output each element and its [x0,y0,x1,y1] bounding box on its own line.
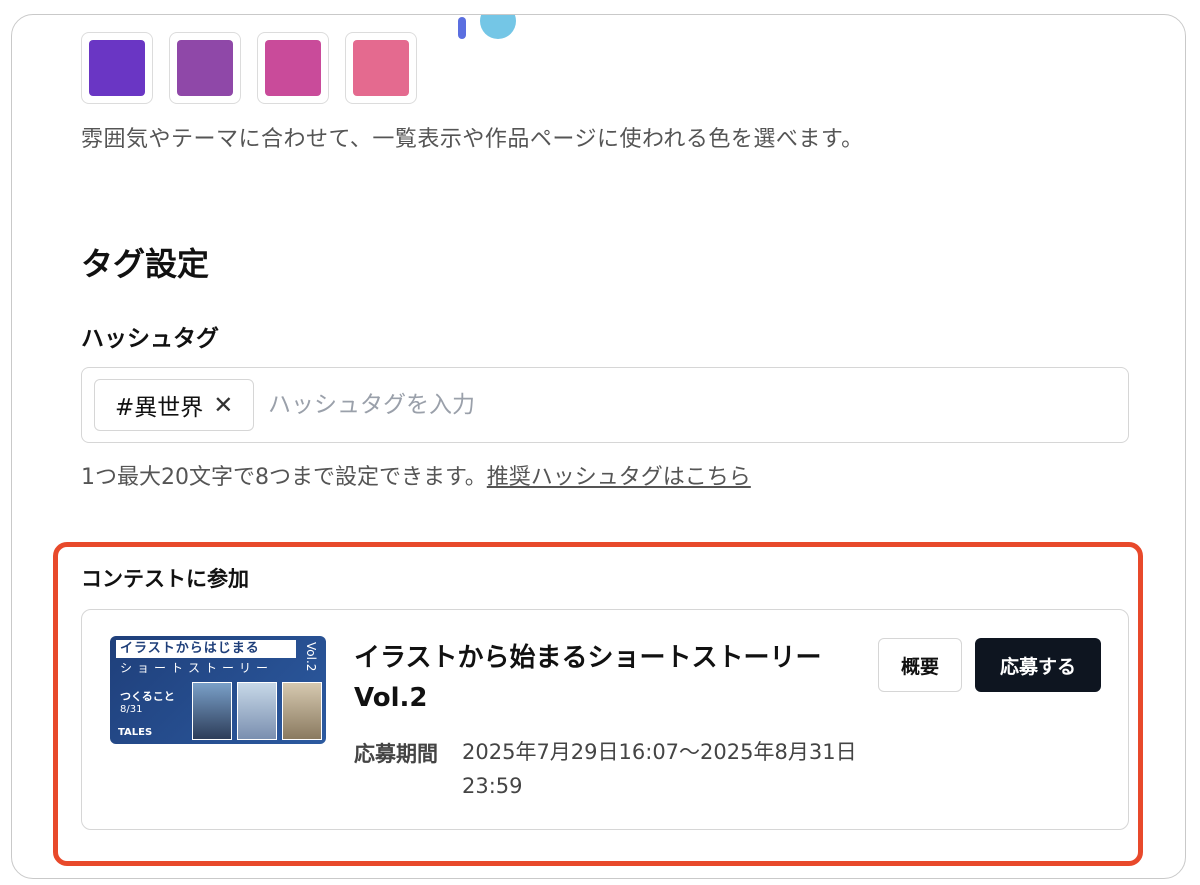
color-swatch-magenta[interactable] [257,32,329,104]
banner-illustration-2 [237,682,277,740]
close-icon[interactable]: ✕ [213,391,233,419]
apply-button[interactable]: 応募する [975,638,1101,692]
banner-date: 8/31 [120,704,143,715]
color-swatch-violet[interactable] [169,32,241,104]
tag-settings-title: タグ設定 [81,245,210,283]
swatch-fill [265,40,321,96]
hashtag-help: 1つ最大20文字で8つまで設定できます。推奨ハッシュタグはこちら [81,459,751,491]
color-swatch-purple[interactable] [81,32,153,104]
hashtag-help-text: 1つ最大20文字で8つまで設定できます。 [81,465,487,490]
hashtag-chip: #異世界 ✕ [94,379,255,431]
contest-card: イラストからはじまる ショートストーリー Vol.2 つくること 8/31 TA… [81,609,1129,830]
overview-button[interactable]: 概要 [878,638,962,692]
contest-title: イラストから始まるショートストーリーVol.2 [354,643,822,714]
swatch-fill [89,40,145,96]
swatch-fill [353,40,409,96]
banner-logo: TALES [118,727,153,738]
hashtag-input[interactable] [268,380,1108,430]
banner-illustration-1 [192,682,232,740]
period-label: 応募期間 [354,742,438,766]
avatar [480,15,516,39]
hashtag-field[interactable]: #異世界 ✕ [81,367,1129,443]
indicator-bar [458,17,466,39]
author-fragment [458,15,658,41]
recommended-hashtags-link[interactable]: 推奨ハッシュタグはこちら [487,465,751,490]
banner-illustration-3 [282,682,322,740]
banner-title-line1: イラストからはじまる [116,640,296,658]
contest-section-label: コンテストに参加 [81,567,249,591]
color-help-text: 雰囲気やテーマに合わせて、一覧表示や作品ページに使われる色を選べます。 [81,127,864,152]
settings-panel: 雰囲気やテーマに合わせて、一覧表示や作品ページに使われる色を選べます。 タグ設定… [11,14,1186,879]
banner-theme: つくること [120,690,175,703]
period-value: 2025年7月29日16:07〜2025年8月31日23:59 [462,740,857,798]
swatch-fill [177,40,233,96]
hashtag-label: ハッシュタグ [81,326,219,352]
banner-title-line2: ショートストーリー [120,661,274,675]
hashtag-chip-label: #異世界 [115,395,204,421]
color-swatches [81,32,417,104]
banner-vol: Vol.2 [304,642,318,672]
contest-banner-image: イラストからはじまる ショートストーリー Vol.2 つくること 8/31 TA… [110,636,326,744]
color-swatch-pink[interactable] [345,32,417,104]
